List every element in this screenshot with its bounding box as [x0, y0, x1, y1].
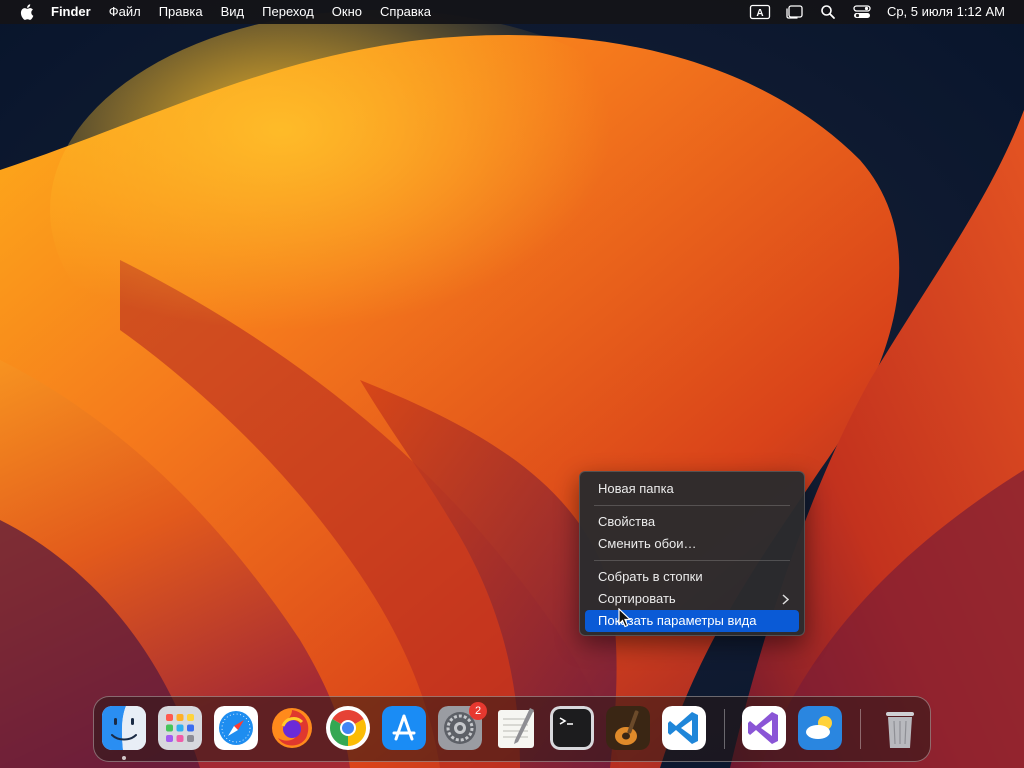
menu-bar-clock[interactable]: Ср, 5 июля 1:12 AM	[879, 0, 1024, 24]
finder-icon[interactable]	[102, 706, 146, 750]
menu-item-get-info[interactable]: Свойства	[585, 511, 799, 533]
menu-bar: Finder Файл Правка Вид Переход Окно Спра…	[0, 0, 1024, 24]
menu-app-name[interactable]: Finder	[51, 0, 100, 24]
apple-menu-icon[interactable]	[19, 4, 35, 20]
textedit-icon[interactable]	[494, 706, 538, 750]
terminal-icon[interactable]	[550, 706, 594, 750]
visual-studio-icon[interactable]	[742, 706, 786, 750]
menu-separator	[594, 560, 790, 561]
chrome-icon[interactable]	[326, 706, 370, 750]
running-indicator	[122, 756, 126, 760]
dock: 2	[93, 696, 931, 762]
control-center-icon[interactable]	[851, 4, 873, 20]
menu-view[interactable]: Вид	[212, 0, 254, 24]
app-store-icon[interactable]	[382, 706, 426, 750]
spotlight-search-icon[interactable]	[817, 4, 839, 20]
dock-divider	[724, 709, 725, 749]
trash-icon[interactable]	[878, 706, 922, 750]
input-source-icon[interactable]: A	[749, 4, 771, 20]
firefox-icon[interactable]	[270, 706, 314, 750]
menu-item-sort-by-label: Сортировать	[598, 591, 676, 606]
desktop-context-menu: Новая папка Свойства Сменить обои… Собра…	[579, 471, 805, 636]
menu-item-sort-by[interactable]: Сортировать	[585, 588, 799, 610]
menu-separator	[594, 505, 790, 506]
safari-icon[interactable]	[214, 706, 258, 750]
weather-icon[interactable]	[798, 706, 842, 750]
desktop-wallpaper[interactable]	[0, 0, 1024, 768]
menu-item-new-folder[interactable]: Новая папка	[585, 478, 799, 500]
chevron-right-icon	[780, 588, 790, 610]
dock-divider	[860, 709, 861, 749]
menu-item-use-stacks[interactable]: Собрать в стопки	[585, 566, 799, 588]
stage-manager-icon[interactable]	[783, 4, 805, 20]
launchpad-icon[interactable]	[158, 706, 202, 750]
menu-help[interactable]: Справка	[371, 0, 440, 24]
menu-file[interactable]: Файл	[100, 0, 150, 24]
vscode-icon[interactable]	[662, 706, 706, 750]
garageband-icon[interactable]	[606, 706, 650, 750]
notification-badge: 2	[469, 702, 487, 720]
svg-text:A: A	[756, 8, 763, 19]
menu-item-change-wallpaper[interactable]: Сменить обои…	[585, 533, 799, 555]
mouse-pointer-icon	[618, 608, 632, 628]
menu-window[interactable]: Окно	[323, 0, 371, 24]
menu-go[interactable]: Переход	[253, 0, 323, 24]
menu-edit[interactable]: Правка	[150, 0, 212, 24]
